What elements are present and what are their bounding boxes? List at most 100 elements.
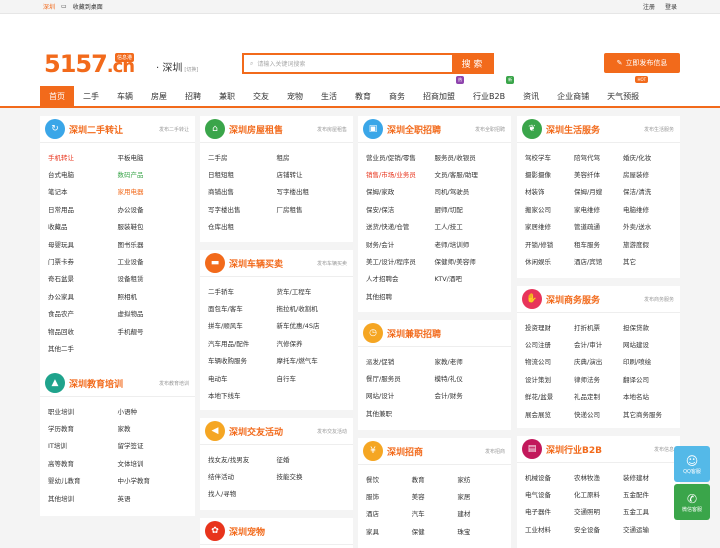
category-link[interactable]: 平板电脑 — [118, 148, 188, 165]
category-link[interactable]: 留学签证 — [118, 437, 188, 454]
category-link[interactable]: 照相机 — [118, 287, 188, 304]
card-title[interactable]: 深圳招商 — [387, 445, 423, 458]
category-link[interactable]: 二手房 — [208, 148, 277, 165]
category-link[interactable]: 家电维修 — [574, 200, 623, 217]
nav-item[interactable]: 企业商铺 — [548, 86, 598, 106]
nav-item[interactable]: 招聘 — [176, 86, 210, 106]
category-link[interactable]: 厂房租售 — [277, 200, 346, 217]
category-link[interactable]: 会计/审计 — [574, 335, 623, 352]
bookmark-link[interactable]: 收藏到桌面 — [73, 2, 103, 11]
category-link[interactable]: 写字楼出售 — [208, 200, 277, 217]
category-link[interactable]: 美容纤体 — [574, 165, 623, 182]
nav-item[interactable]: 天气预报 HOT — [598, 76, 649, 106]
category-link[interactable]: 快递公司 — [574, 405, 623, 422]
category-link[interactable]: 拼车/顺风车 — [208, 317, 277, 334]
category-link[interactable]: 工业材料 — [525, 520, 574, 537]
category-link[interactable]: 车辆收购服务 — [208, 352, 277, 369]
category-link[interactable]: KTV/酒吧 — [435, 270, 504, 287]
category-link[interactable]: 商铺出售 — [208, 183, 277, 200]
category-link[interactable]: 手机转让 — [48, 148, 118, 165]
category-link[interactable]: 本地下线车 — [208, 386, 277, 403]
category-link[interactable]: 餐厅/服务员 — [366, 369, 435, 386]
card-title[interactable]: 深圳商务服务 — [546, 293, 600, 306]
category-link[interactable]: 开锁/修锁 — [525, 235, 574, 252]
category-link[interactable]: 其他招聘 — [366, 287, 435, 304]
card-title[interactable]: 深圳全职招聘 — [387, 123, 441, 136]
category-link[interactable]: 结伴活动 — [208, 467, 277, 484]
category-link[interactable]: 司机/驾驶员 — [435, 183, 504, 200]
card-post-link[interactable]: 发布信息 — [654, 446, 674, 453]
card-post-link[interactable]: 发布招商 — [485, 448, 505, 455]
category-link[interactable]: 新车优惠/4S店 — [277, 317, 346, 334]
category-link[interactable]: 其他二手 — [48, 339, 118, 356]
top-city-link[interactable]: 深圳 — [43, 2, 55, 11]
wechat-service-button[interactable]: ✆ 微信客服 — [674, 484, 710, 520]
category-link[interactable]: 房屋装修 — [623, 165, 672, 182]
category-link[interactable]: 职业培训 — [48, 402, 118, 419]
category-link[interactable]: 汽车 — [412, 505, 458, 522]
nav-item[interactable]: 房屋 — [142, 86, 176, 106]
category-link[interactable]: 教育 — [412, 470, 458, 487]
category-link[interactable]: 营业员/促销/零售 — [366, 148, 435, 165]
category-link[interactable]: 高等教育 — [48, 454, 118, 471]
nav-item[interactable]: 招商加盟热 — [414, 76, 464, 106]
card-title[interactable]: 深圳生活服务 — [546, 123, 600, 136]
category-link[interactable]: 服装鞋包 — [118, 218, 188, 235]
category-link[interactable]: 家居 — [457, 487, 503, 504]
category-link[interactable]: 中小学教育 — [118, 472, 188, 489]
category-link[interactable]: 网站/设计 — [366, 387, 435, 404]
category-link[interactable]: 服务员/收银员 — [435, 148, 504, 165]
register-link[interactable]: 注册 — [643, 2, 655, 11]
category-link[interactable]: 人才招聘会 — [366, 270, 435, 287]
category-link[interactable]: 母婴玩具 — [48, 235, 118, 252]
category-link[interactable]: 文体培训 — [118, 454, 188, 471]
nav-item[interactable]: 教育 — [346, 86, 380, 106]
category-link[interactable]: 工人/技工 — [435, 218, 504, 235]
category-link[interactable]: 汽车用品/配件 — [208, 334, 277, 351]
category-link[interactable]: 外卖/送水 — [623, 218, 672, 235]
category-link[interactable]: 面包车/客车 — [208, 299, 277, 316]
switch-city-link[interactable]: [切换] — [184, 67, 198, 73]
category-link[interactable]: 电气设备 — [525, 485, 574, 502]
category-link[interactable]: 驾校学车 — [525, 148, 574, 165]
post-info-button[interactable]: ✎ 立即发布信息 — [604, 53, 680, 73]
card-post-link[interactable]: 发布房屋租售 — [317, 126, 347, 133]
card-title[interactable]: 深圳宠物 — [229, 525, 265, 538]
category-link[interactable]: 礼品定制 — [574, 388, 623, 405]
category-link[interactable]: 服饰 — [366, 487, 412, 504]
category-link[interactable]: 休闲娱乐 — [525, 252, 574, 269]
category-link[interactable]: 旅游度假 — [623, 235, 672, 252]
nav-item[interactable]: 商务 — [380, 86, 414, 106]
category-link[interactable]: 其它商务服务 — [623, 405, 672, 422]
nav-item[interactable]: 兼职 — [210, 86, 244, 106]
category-link[interactable]: 自行车 — [277, 369, 346, 386]
category-link[interactable]: 建材 — [457, 505, 503, 522]
card-post-link[interactable]: 发布全职招聘 — [475, 126, 505, 133]
category-link[interactable]: 图书乐器 — [118, 235, 188, 252]
card-post-link[interactable]: 发布生活服务 — [644, 126, 674, 133]
category-link[interactable]: 老师/培训师 — [435, 235, 504, 252]
category-link[interactable]: 日常用品 — [48, 200, 118, 217]
category-link[interactable]: 家教 — [118, 419, 188, 436]
category-link[interactable]: 五金工具 — [623, 503, 672, 520]
category-link[interactable]: 酒店 — [366, 505, 412, 522]
category-link[interactable]: 写字楼出租 — [277, 183, 346, 200]
card-post-link[interactable]: 发布教育培训 — [159, 380, 189, 387]
category-link[interactable]: 物品回收 — [48, 322, 118, 339]
category-link[interactable]: 设备租赁 — [118, 270, 188, 287]
category-link[interactable]: 英语 — [118, 489, 188, 506]
category-link[interactable]: 厨师/切配 — [435, 200, 504, 217]
category-link[interactable]: 搬家公司 — [525, 200, 574, 217]
card-title[interactable]: 深圳车辆买卖 — [229, 257, 283, 270]
category-link[interactable]: 销售/市场/业务员 — [366, 165, 435, 182]
category-link[interactable]: 餐饮 — [366, 470, 412, 487]
card-title[interactable]: 深圳二手转让 — [69, 123, 123, 136]
category-link[interactable]: 店铺转让 — [277, 165, 346, 182]
category-link[interactable]: 办公家具 — [48, 287, 118, 304]
category-link[interactable]: 学历教育 — [48, 419, 118, 436]
card-title[interactable]: 深圳兼职招聘 — [387, 327, 441, 340]
nav-item[interactable]: 二手 — [74, 86, 108, 106]
category-link[interactable]: 模特/礼仪 — [435, 369, 504, 386]
category-link[interactable]: 设计策划 — [525, 370, 574, 387]
category-link[interactable]: 食品农产 — [48, 305, 118, 322]
